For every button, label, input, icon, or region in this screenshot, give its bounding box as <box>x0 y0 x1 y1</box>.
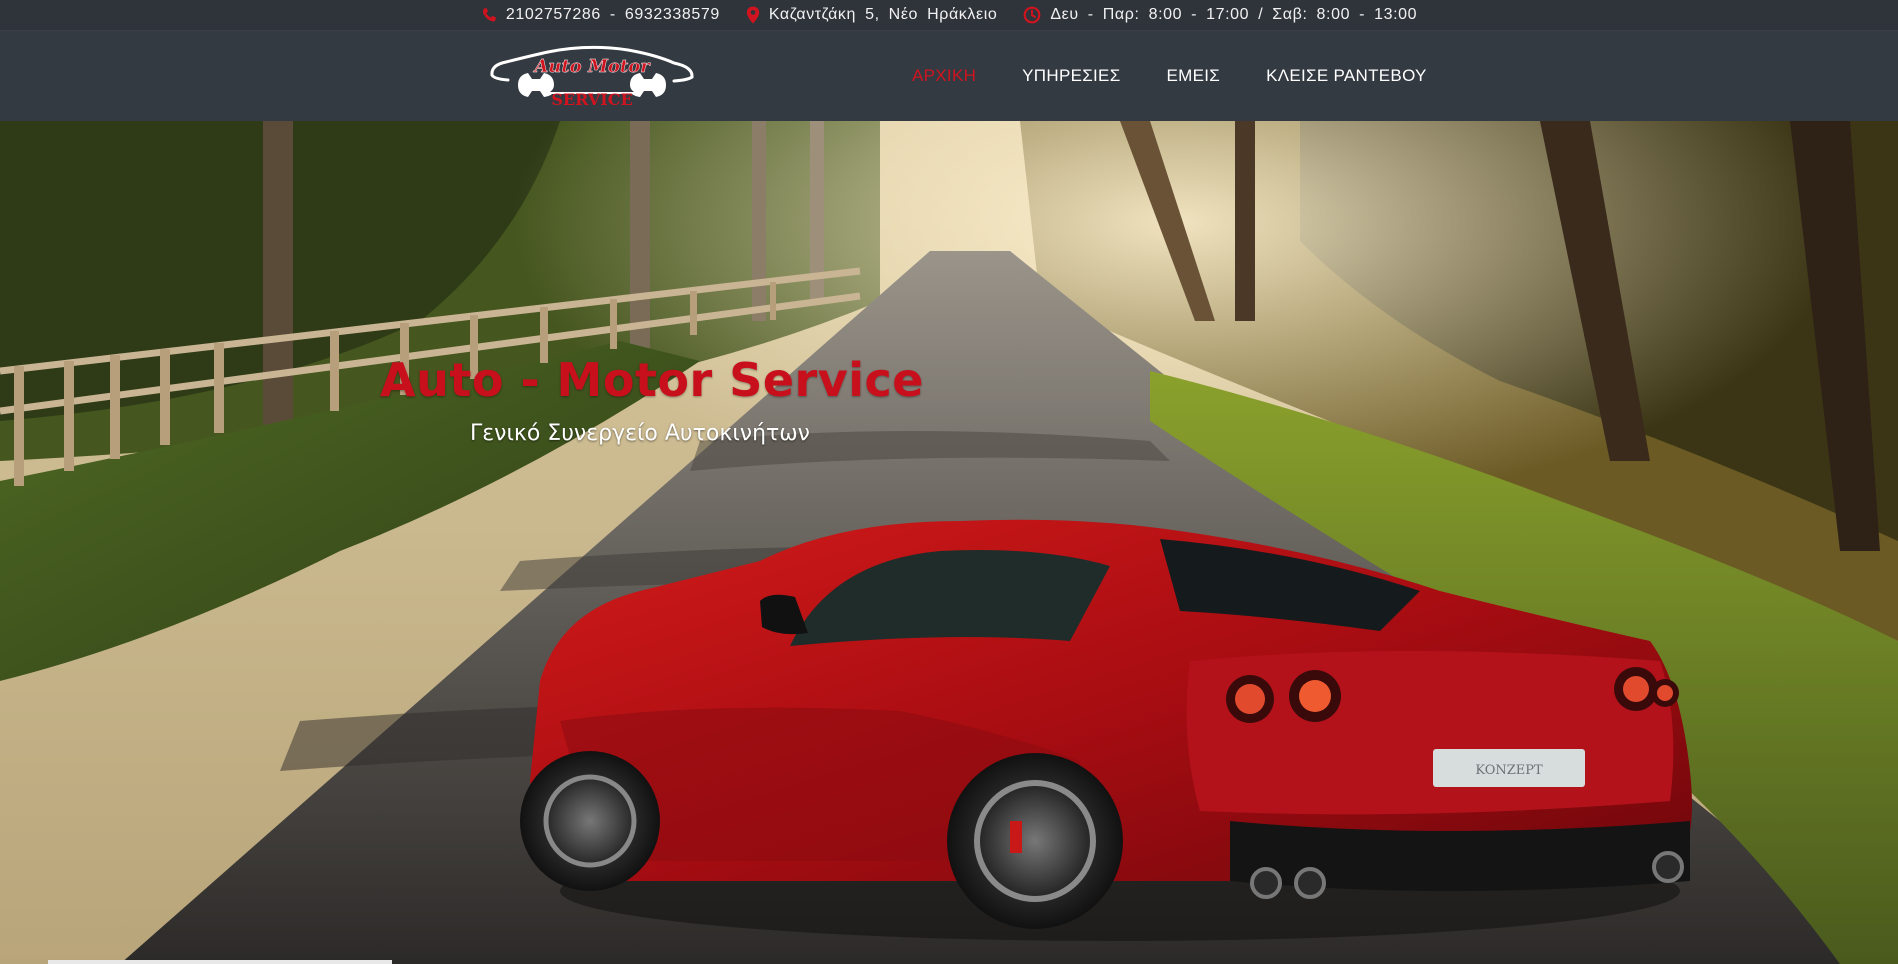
hours-info: Δευ - Παρ: 8:00 - 17:00 / Σαβ: 8:00 - 13… <box>1023 6 1417 24</box>
clock-icon <box>1023 6 1041 24</box>
license-plate-text: KONZEPT <box>1475 763 1543 778</box>
navbar: Auto Motor SERVICE ΑΡΧΙΚΗ ΥΠΗΡΕΣΙΕΣ ΕΜΕΙ… <box>0 31 1898 121</box>
address-text: Καζαντζάκη 5, Νέο Ηράκλειο <box>768 6 998 23</box>
nav-item-about[interactable]: ΕΜΕΙΣ <box>1167 66 1221 86</box>
hero-title: Auto - Motor Service <box>380 353 924 407</box>
top-info-bar: 2102757286 - 6932338579 Καζαντζάκη 5, Νέ… <box>0 0 1898 31</box>
opening-hours: Δευ - Παρ: 8:00 - 17:00 / Σαβ: 8:00 - 13… <box>1050 6 1418 23</box>
logo-line2: SERVICE <box>551 90 632 109</box>
address-info: Καζαντζάκη 5, Νέο Ηράκλειο <box>746 6 998 24</box>
hero-background-image: KONZEPT <box>0 121 1898 964</box>
hero-subtitle: Γενικό Συνεργείο Αυτοκινήτων <box>470 421 810 446</box>
location-pin-icon <box>746 6 760 24</box>
nav-item-home[interactable]: ΑΡΧΙΚΗ <box>912 66 976 86</box>
logo-line1: Auto Motor <box>532 56 651 77</box>
main-nav: ΑΡΧΙΚΗ ΥΠΗΡΕΣΙΕΣ ΕΜΕΙΣ ΚΛΕΙΣΕ ΡΑΝΤΕΒΟΥ <box>912 31 1427 121</box>
phone-numbers[interactable]: 2102757286 - 6932338579 <box>506 6 720 24</box>
hero-banner: KONZEPT Auto - Motor Service Γενικό Συνε… <box>0 121 1898 964</box>
auto-motor-service-logo[interactable]: Auto Motor SERVICE <box>488 45 696 109</box>
nav-item-services[interactable]: ΥΠΗΡΕΣΙΕΣ <box>1022 66 1120 86</box>
slider-progress-bar <box>48 960 392 964</box>
nav-item-book-appointment[interactable]: ΚΛΕΙΣΕ ΡΑΝΤΕΒΟΥ <box>1266 66 1427 86</box>
phone-info[interactable]: 2102757286 - 6932338579 <box>481 6 720 24</box>
phone-icon <box>481 7 497 23</box>
